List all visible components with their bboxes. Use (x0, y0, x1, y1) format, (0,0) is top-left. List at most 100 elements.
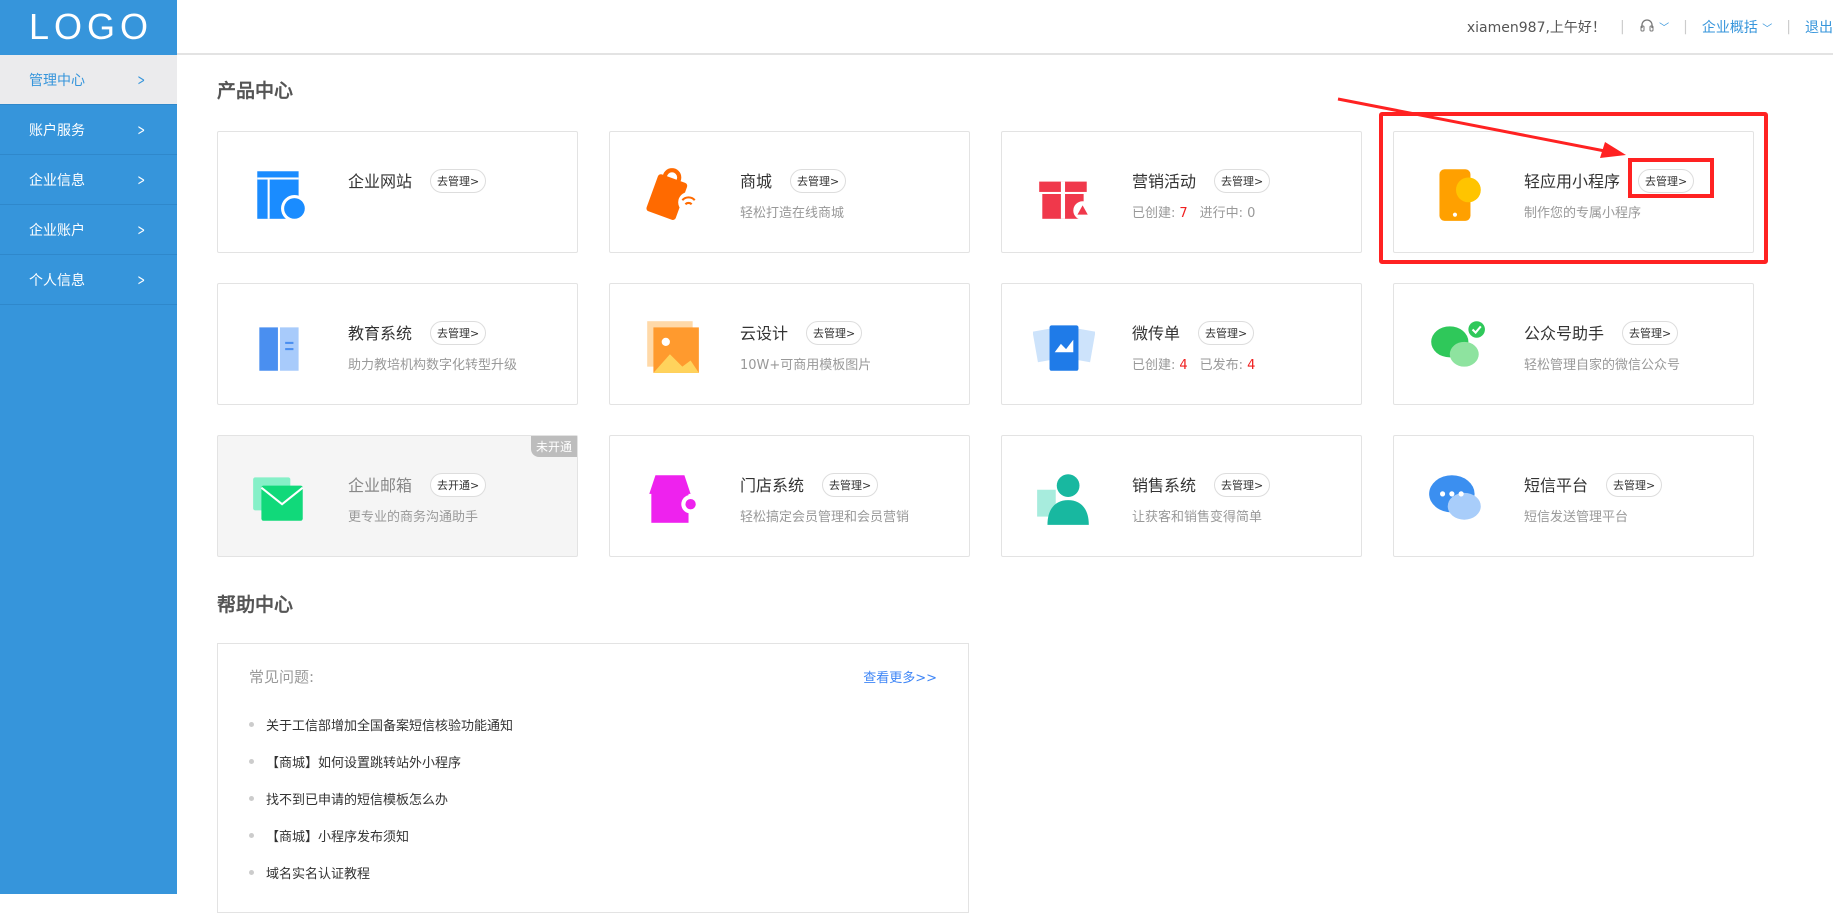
chevron-down-icon: ﹀ (1659, 23, 1670, 34)
logout-link[interactable]: 退出 (1805, 17, 1833, 37)
manage-button[interactable]: 去管理> (822, 473, 879, 497)
faq-item[interactable]: 【商城】如何设置跳转站外小程序 (249, 743, 513, 780)
salesperson-icon (1037, 474, 1089, 525)
greeting: xiamen987,上午好！ (1466, 19, 1606, 36)
sidebar-nav: 管理中心 > 账户服务 > 企业信息 > 企业账户 > 个人信息 > (0, 55, 177, 305)
product-title-row: 短信平台 去管理> (1524, 472, 1663, 497)
chevron-right-icon: > (137, 270, 146, 289)
enterprise-overview-dropdown[interactable]: 企业概括 ﹀ (1702, 17, 1772, 37)
divider: | (1683, 18, 1688, 35)
product-card: 公众号助手 去管理> 轻松管理自家的微信公众号 (1393, 283, 1754, 405)
mail-icon (253, 477, 304, 521)
manage-button[interactable]: 去管理> (1198, 321, 1255, 345)
manage-button[interactable]: 去开通> (430, 473, 487, 497)
product-stats: 已创建: 7 进行中: 0 (1132, 202, 1267, 221)
product-title-row: 商城 去管理> (740, 168, 847, 193)
headset-support-button[interactable]: ﹀ (1639, 18, 1669, 35)
view-more-link[interactable]: 查看更多>> (863, 667, 937, 686)
manage-button[interactable]: 去管理> (430, 169, 487, 193)
shopping-bag-icon (646, 168, 699, 220)
faq-panel: 常见问题: 查看更多>> 关于工信部增加全国备案短信核验功能通知 【商城】如何设置… (217, 643, 969, 913)
sidebar-item[interactable]: 管理中心 > (0, 55, 177, 105)
sidebar-item-label: 账户服务 (29, 122, 85, 139)
sidebar-item-label: 企业信息 (29, 172, 85, 189)
product-card: 企业网站 去管理> (217, 131, 578, 253)
faq-item[interactable]: 关于工信部增加全国备案短信核验功能通知 (249, 706, 513, 743)
faq-item[interactable]: 域名实名认证教程 (249, 854, 513, 891)
manage-button[interactable]: 去管理> (790, 169, 847, 193)
chevron-right-icon: > (137, 120, 146, 139)
product-title-row: 公众号助手 去管理> (1524, 320, 1679, 345)
product-description: 10W+可商用模板图片 (740, 358, 872, 373)
book-icon (259, 327, 299, 371)
product-description: 轻松管理自家的微信公众号 (1524, 358, 1681, 373)
sidebar-item[interactable]: 账户服务 > (0, 105, 177, 155)
manage-button[interactable]: 去管理> (1214, 473, 1271, 497)
product-title-row: 微传单 去管理> (1132, 320, 1255, 345)
product-stats: 已创建: 4 已发布: 4 (1132, 354, 1267, 373)
product-card: 教育系统 去管理> 助力教培机构数字化转型升级 (217, 283, 578, 405)
manage-button[interactable]: 去管理> (1638, 169, 1695, 193)
manage-button[interactable]: 去管理> (806, 321, 863, 345)
product-description: 让获客和销售变得简单 (1132, 510, 1263, 525)
headset-icon (1640, 19, 1654, 32)
stat-label: 已创建: (1132, 206, 1176, 221)
product-card: 企业邮箱 去开通> 更专业的商务沟通助手 未开通 (217, 435, 578, 557)
divider: | (1786, 18, 1791, 35)
chevron-right-icon: > (137, 170, 146, 189)
product-card: 微传单 去管理> 已创建: 4 已发布: 4 (1001, 283, 1362, 405)
manage-button[interactable]: 去管理> (430, 321, 487, 345)
product-card: 门店系统 去管理> 轻松搞定会员管理和会员营销 (609, 435, 970, 557)
product-card: 商城 去管理> 轻松打造在线商城 (609, 131, 970, 253)
not-activated-badge: 未开通 (530, 436, 577, 457)
product-title: 公众号助手 (1524, 324, 1605, 343)
wechat-icon (1431, 321, 1485, 367)
chevron-right-icon: > (137, 70, 146, 89)
product-title-row: 企业邮箱 去开通> (348, 472, 487, 497)
stat-label: 已发布: (1199, 358, 1244, 373)
product-title-row: 销售系统 去管理> (1132, 472, 1271, 497)
sidebar-item-label: 管理中心 (29, 72, 85, 89)
sidebar-item[interactable]: 企业信息 > (0, 155, 177, 205)
sms-chat-icon (1429, 475, 1481, 520)
product-title-row: 轻应用小程序 去管理> (1524, 168, 1695, 193)
sidebar: LOGO 管理中心 > 账户服务 > 企业信息 > 企业账户 > 个人信息 > (0, 0, 177, 894)
stat-value: 7 (1179, 206, 1188, 221)
help-center-title: 帮助中心 (217, 594, 294, 616)
product-card: 云设计 去管理> 10W+可商用模板图片 (609, 283, 970, 405)
stat-label: 已创建: (1132, 358, 1176, 373)
product-description: 助力教培机构数字化转型升级 (348, 358, 518, 373)
divider: | (1619, 18, 1625, 35)
product-title: 商城 (740, 172, 773, 191)
product-title-row: 营销活动 去管理> (1132, 168, 1271, 193)
mini-program-phone-icon (1439, 169, 1481, 221)
gift-icon (1039, 181, 1092, 220)
product-title: 营销活动 (1132, 172, 1197, 191)
stat-label: 进行中: (1199, 206, 1244, 221)
manage-button[interactable]: 去管理> (1214, 169, 1271, 193)
product-card: 轻应用小程序 去管理> 制作您的专属小程序 (1393, 131, 1754, 253)
product-title: 微传单 (1132, 324, 1181, 343)
overview-label: 企业概括 (1701, 19, 1758, 36)
sidebar-item[interactable]: 企业账户 > (0, 205, 177, 255)
sidebar-item[interactable]: 个人信息 > (0, 255, 177, 305)
top-header: xiamen987,上午好！ | ﹀ | 企业概括 ﹀ | 退出 (177, 0, 1833, 55)
faq-label: 常见问题: (249, 668, 315, 686)
stat-value: 4 (1247, 358, 1256, 373)
manage-button[interactable]: 去管理> (1622, 321, 1679, 345)
faq-item[interactable]: 【商城】小程序发布须知 (249, 817, 513, 854)
product-title: 短信平台 (1524, 476, 1589, 495)
product-title: 销售系统 (1132, 476, 1197, 495)
faq-item[interactable]: 找不到已申请的短信模板怎么办 (249, 780, 513, 817)
product-title-row: 教育系统 去管理> (348, 320, 487, 345)
manage-button[interactable]: 去管理> (1606, 473, 1663, 497)
product-card: 短信平台 去管理> 短信发送管理平台 (1393, 435, 1754, 557)
logo: LOGO (29, 6, 154, 47)
product-title: 企业网站 (348, 172, 413, 191)
chevron-right-icon: > (137, 220, 146, 239)
store-icon (649, 475, 700, 523)
product-card: 营销活动 去管理> 已创建: 7 进行中: 0 (1001, 131, 1362, 253)
product-title: 门店系统 (740, 476, 805, 495)
product-card: 销售系统 去管理> 让获客和销售变得简单 (1001, 435, 1362, 557)
website-icon (257, 171, 308, 222)
